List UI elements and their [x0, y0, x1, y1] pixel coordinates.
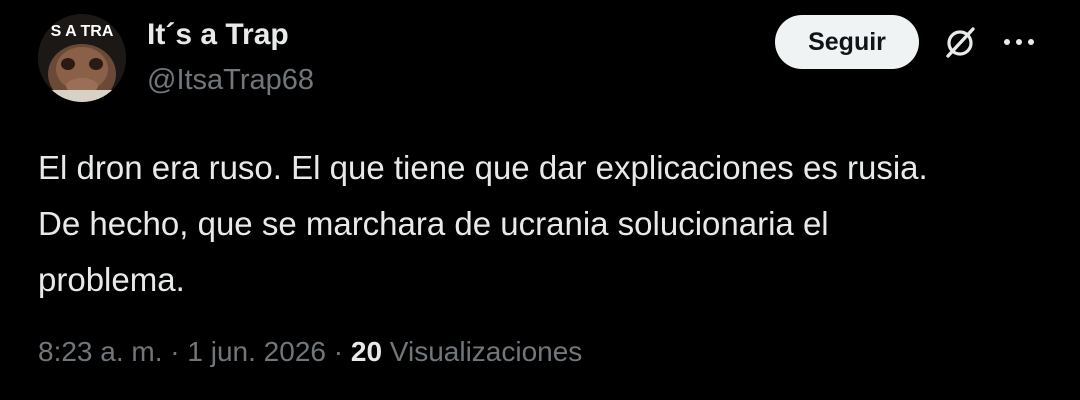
avatar-image: S A TRA	[38, 14, 126, 102]
follow-button[interactable]: Seguir	[775, 15, 919, 69]
post-card: S A TRA It´s a Trap @ItsaTrap68 Seguir E…	[0, 0, 1080, 400]
post-time[interactable]: 8:23 a. m.	[38, 336, 163, 367]
views-label[interactable]: Visualizaciones	[382, 336, 583, 367]
views-count[interactable]: 20	[351, 336, 382, 367]
grok-slashed-circle-icon[interactable]	[940, 22, 980, 62]
meta-separator: ·	[325, 336, 351, 367]
post-text: El dron era ruso. El que tiene que dar e…	[38, 140, 1048, 308]
post-meta: 8:23 a. m. · 1 jun. 2026 · 20 Visualizac…	[38, 336, 582, 368]
avatar[interactable]: S A TRA	[38, 14, 126, 102]
more-dots-icon[interactable]	[1002, 34, 1036, 50]
meta-separator: ·	[162, 336, 188, 367]
avatar-text: S A TRA	[51, 23, 114, 40]
display-name[interactable]: It´s a Trap	[147, 18, 289, 52]
post-text-line: El dron era ruso. El que tiene que dar e…	[38, 149, 928, 186]
post-text-line: problema.	[38, 261, 185, 298]
post-date[interactable]: 1 jun. 2026	[187, 336, 326, 367]
post-text-line: De hecho, que se marchara de ucrania sol…	[38, 205, 829, 242]
user-handle[interactable]: @ItsaTrap68	[147, 64, 314, 97]
